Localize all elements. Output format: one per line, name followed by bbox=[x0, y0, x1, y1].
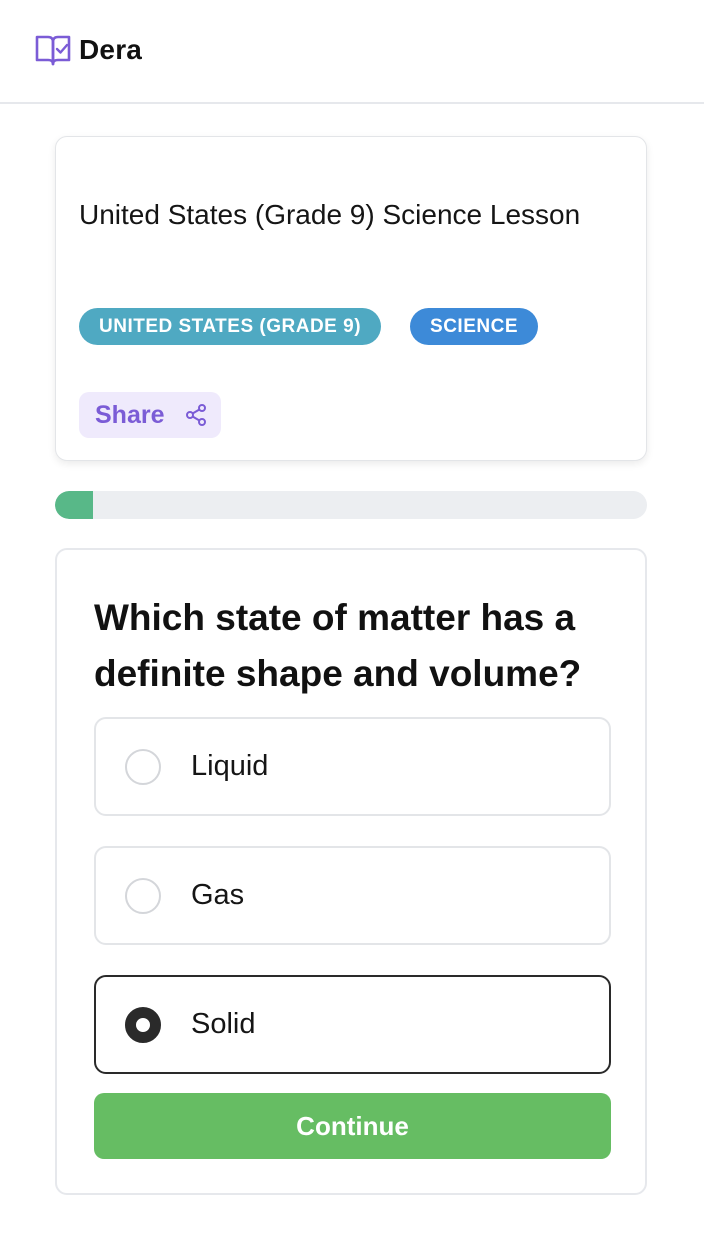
tag-region: UNITED STATES (GRADE 9) bbox=[79, 308, 382, 345]
lesson-title: United States (Grade 9) Science Lesson bbox=[79, 199, 581, 230]
radio-button[interactable] bbox=[125, 748, 161, 785]
option-solid[interactable]: Solid bbox=[94, 975, 611, 1074]
lesson-card: United States (Grade 9) Science Lesson U… bbox=[55, 136, 647, 461]
brand[interactable]: Dera bbox=[35, 32, 142, 68]
radio-button[interactable] bbox=[125, 877, 161, 914]
brand-name: Dera bbox=[79, 34, 143, 65]
share-icon bbox=[186, 404, 207, 426]
option-gas[interactable]: Gas bbox=[94, 846, 611, 945]
option-label: Solid bbox=[191, 1008, 256, 1040]
tag-subject: SCIENCE bbox=[410, 308, 538, 345]
option-label: Gas bbox=[191, 879, 245, 911]
lesson-tags: UNITED STATES (GRADE 9) SCIENCE bbox=[79, 308, 538, 345]
share-button[interactable]: Share bbox=[79, 392, 221, 438]
top-bar: Dera bbox=[0, 0, 704, 104]
radio-button[interactable] bbox=[125, 1006, 161, 1043]
option-liquid[interactable]: Liquid bbox=[94, 717, 611, 816]
book-check-icon bbox=[35, 35, 71, 66]
progress-fill bbox=[55, 491, 94, 519]
progress-bar bbox=[55, 491, 647, 519]
option-label: Liquid bbox=[191, 750, 269, 782]
share-label: Share bbox=[95, 400, 165, 429]
quiz-card: Which state of matter has a definite sha… bbox=[55, 548, 647, 1195]
question-text: Which state of matter has a definite sha… bbox=[94, 597, 582, 694]
continue-button[interactable]: Continue bbox=[94, 1093, 611, 1159]
